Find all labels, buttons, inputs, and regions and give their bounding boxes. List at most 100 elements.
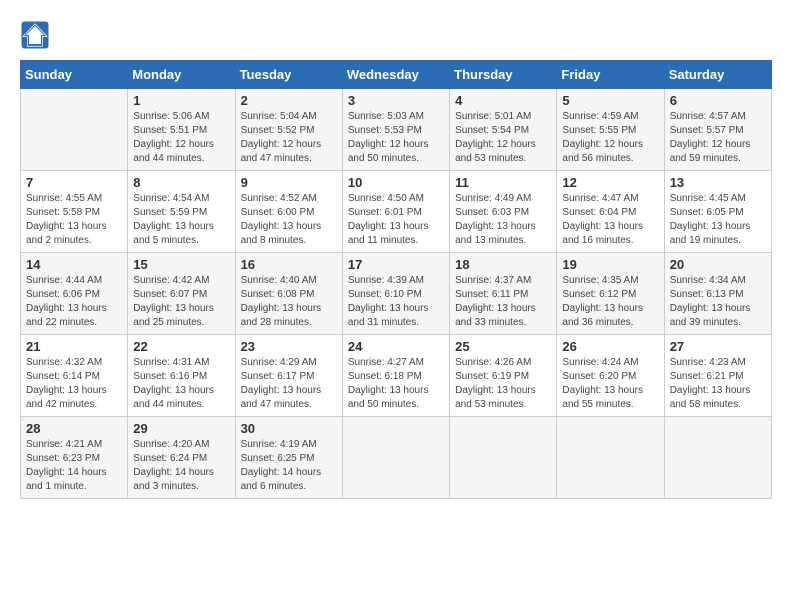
weekday-header-tuesday: Tuesday xyxy=(235,61,342,89)
day-info: Sunrise: 5:03 AM Sunset: 5:53 PM Dayligh… xyxy=(348,110,444,166)
day-number: 24 xyxy=(348,339,444,354)
calendar-day-30: 30 Sunrise: 4:19 AM Sunset: 6:25 PM Dayli… xyxy=(235,417,342,499)
day-info: Sunrise: 4:45 AM Sunset: 6:05 PM Dayligh… xyxy=(670,192,766,248)
day-number: 25 xyxy=(455,339,551,354)
day-info: Sunrise: 4:39 AM Sunset: 6:10 PM Dayligh… xyxy=(348,274,444,330)
day-number: 4 xyxy=(455,93,551,108)
calendar-day-11: 11Sunrise: 4:49 AM Sunset: 6:03 PM Dayli… xyxy=(450,171,557,253)
day-number: 17 xyxy=(348,257,444,272)
day-info: Sunrise: 4:24 AM Sunset: 6:20 PM Dayligh… xyxy=(562,356,658,412)
calendar-day-13: 13 Sunrise: 4:45 AM Sunset: 6:05 PM Dayli… xyxy=(664,171,771,253)
weekday-header-monday: Monday xyxy=(128,61,235,89)
calendar-day-16: 16Sunrise: 4:40 AM Sunset: 6:08 PM Dayli… xyxy=(235,253,342,335)
calendar-day-18: 18 Sunrise: 4:37 AM Sunset: 6:11 PM Dayli… xyxy=(450,253,557,335)
day-info: Sunrise: 5:04 AM Sunset: 5:52 PM Dayligh… xyxy=(241,110,337,166)
day-number: 9 xyxy=(241,175,337,190)
day-info: Sunrise: 4:50 AM Sunset: 6:01 PM Dayligh… xyxy=(348,192,444,248)
day-info: Sunrise: 4:40 AM Sunset: 6:08 PM Dayligh… xyxy=(241,274,337,330)
empty-cell xyxy=(557,417,664,499)
calendar-day-1: 1 Sunrise: 5:06 AM Sunset: 5:51 PM Daylig… xyxy=(128,89,235,171)
day-number: 27 xyxy=(670,339,766,354)
calendar-day-3: 3 Sunrise: 5:03 AM Sunset: 5:53 PM Daylig… xyxy=(342,89,449,171)
day-info: Sunrise: 4:52 AM Sunset: 6:00 PM Dayligh… xyxy=(241,192,337,248)
day-info: Sunrise: 4:23 AM Sunset: 6:21 PM Dayligh… xyxy=(670,356,766,412)
day-number: 1 xyxy=(133,93,229,108)
calendar-day-22: 22 Sunrise: 4:31 AM Sunset: 6:16 PM Dayli… xyxy=(128,335,235,417)
day-number: 2 xyxy=(241,93,337,108)
day-info: Sunrise: 4:42 AM Sunset: 6:07 PM Dayligh… xyxy=(133,274,229,330)
day-info: Sunrise: 4:57 AM Sunset: 5:57 PM Dayligh… xyxy=(670,110,766,166)
day-number: 14 xyxy=(26,257,122,272)
calendar-day-21: 21 Sunrise: 4:32 AM Sunset: 6:14 PM Dayli… xyxy=(21,335,128,417)
calendar-day-17: 17 Sunrise: 4:39 AM Sunset: 6:10 PM Dayli… xyxy=(342,253,449,335)
weekday-header-friday: Friday xyxy=(557,61,664,89)
calendar-day-8: 8 Sunrise: 4:54 AM Sunset: 5:59 PM Daylig… xyxy=(128,171,235,253)
calendar-day-14: 14 Sunrise: 4:44 AM Sunset: 6:06 PM Dayli… xyxy=(21,253,128,335)
day-info: Sunrise: 4:32 AM Sunset: 6:14 PM Dayligh… xyxy=(26,356,122,412)
calendar-week-row: 14 Sunrise: 4:44 AM Sunset: 6:06 PM Dayli… xyxy=(21,253,772,335)
calendar-header: SundayMondayTuesdayWednesdayThursdayFrid… xyxy=(21,61,772,89)
day-number: 7 xyxy=(26,175,122,190)
calendar-day-27: 27 Sunrise: 4:23 AM Sunset: 6:21 PM Dayli… xyxy=(664,335,771,417)
day-info: Sunrise: 4:34 AM Sunset: 6:13 PM Dayligh… xyxy=(670,274,766,330)
day-info: Sunrise: 4:37 AM Sunset: 6:11 PM Dayligh… xyxy=(455,274,551,330)
day-number: 29 xyxy=(133,421,229,436)
calendar-day-19: 19Sunrise: 4:35 AM Sunset: 6:12 PM Dayli… xyxy=(557,253,664,335)
day-number: 3 xyxy=(348,93,444,108)
calendar-table: SundayMondayTuesdayWednesdayThursdayFrid… xyxy=(20,60,772,499)
day-info: Sunrise: 4:27 AM Sunset: 6:18 PM Dayligh… xyxy=(348,356,444,412)
calendar-day-29: 29 Sunrise: 4:20 AM Sunset: 6:24 PM Dayli… xyxy=(128,417,235,499)
day-number: 10 xyxy=(348,175,444,190)
day-number: 22 xyxy=(133,339,229,354)
day-info: Sunrise: 4:29 AM Sunset: 6:17 PM Dayligh… xyxy=(241,356,337,412)
calendar-day-2: 2 Sunrise: 5:04 AM Sunset: 5:52 PM Daylig… xyxy=(235,89,342,171)
day-info: Sunrise: 4:49 AM Sunset: 6:03 PM Dayligh… xyxy=(455,192,551,248)
calendar-day-10: 10 Sunrise: 4:50 AM Sunset: 6:01 PM Dayli… xyxy=(342,171,449,253)
day-info: Sunrise: 4:59 AM Sunset: 5:55 PM Dayligh… xyxy=(562,110,658,166)
day-number: 28 xyxy=(26,421,122,436)
calendar-week-row: 21 Sunrise: 4:32 AM Sunset: 6:14 PM Dayli… xyxy=(21,335,772,417)
day-info: Sunrise: 5:01 AM Sunset: 5:54 PM Dayligh… xyxy=(455,110,551,166)
page-header xyxy=(20,20,772,50)
day-number: 6 xyxy=(670,93,766,108)
logo-icon xyxy=(20,20,50,50)
calendar-day-26: 26 Sunrise: 4:24 AM Sunset: 6:20 PM Dayli… xyxy=(557,335,664,417)
day-number: 8 xyxy=(133,175,229,190)
day-info: Sunrise: 4:55 AM Sunset: 5:58 PM Dayligh… xyxy=(26,192,122,248)
day-info: Sunrise: 4:54 AM Sunset: 5:59 PM Dayligh… xyxy=(133,192,229,248)
empty-cell xyxy=(21,89,128,171)
day-info: Sunrise: 5:06 AM Sunset: 5:51 PM Dayligh… xyxy=(133,110,229,166)
calendar-body: 1 Sunrise: 5:06 AM Sunset: 5:51 PM Daylig… xyxy=(21,89,772,499)
empty-cell xyxy=(664,417,771,499)
weekday-header-thursday: Thursday xyxy=(450,61,557,89)
calendar-day-12: 12Sunrise: 4:47 AM Sunset: 6:04 PM Dayli… xyxy=(557,171,664,253)
day-number: 13 xyxy=(670,175,766,190)
day-number: 5 xyxy=(562,93,658,108)
empty-cell xyxy=(342,417,449,499)
calendar-day-5: 5 Sunrise: 4:59 AM Sunset: 5:55 PM Daylig… xyxy=(557,89,664,171)
day-number: 30 xyxy=(241,421,337,436)
calendar-day-25: 25 Sunrise: 4:26 AM Sunset: 6:19 PM Dayli… xyxy=(450,335,557,417)
weekday-header-wednesday: Wednesday xyxy=(342,61,449,89)
calendar-week-row: 7 Sunrise: 4:55 AM Sunset: 5:58 PM Daylig… xyxy=(21,171,772,253)
calendar-day-9: 9 Sunrise: 4:52 AM Sunset: 6:00 PM Daylig… xyxy=(235,171,342,253)
day-info: Sunrise: 4:35 AM Sunset: 6:12 PM Dayligh… xyxy=(562,274,658,330)
day-number: 18 xyxy=(455,257,551,272)
weekday-header-sunday: Sunday xyxy=(21,61,128,89)
day-number: 26 xyxy=(562,339,658,354)
day-info: Sunrise: 4:20 AM Sunset: 6:24 PM Dayligh… xyxy=(133,438,229,494)
day-info: Sunrise: 4:44 AM Sunset: 6:06 PM Dayligh… xyxy=(26,274,122,330)
day-number: 15 xyxy=(133,257,229,272)
day-info: Sunrise: 4:26 AM Sunset: 6:19 PM Dayligh… xyxy=(455,356,551,412)
calendar-day-7: 7 Sunrise: 4:55 AM Sunset: 5:58 PM Daylig… xyxy=(21,171,128,253)
day-number: 21 xyxy=(26,339,122,354)
weekday-row: SundayMondayTuesdayWednesdayThursdayFrid… xyxy=(21,61,772,89)
day-info: Sunrise: 4:31 AM Sunset: 6:16 PM Dayligh… xyxy=(133,356,229,412)
day-info: Sunrise: 4:21 AM Sunset: 6:23 PM Dayligh… xyxy=(26,438,122,494)
calendar-week-row: 1 Sunrise: 5:06 AM Sunset: 5:51 PM Daylig… xyxy=(21,89,772,171)
day-info: Sunrise: 4:47 AM Sunset: 6:04 PM Dayligh… xyxy=(562,192,658,248)
empty-cell xyxy=(450,417,557,499)
calendar-day-15: 15 Sunrise: 4:42 AM Sunset: 6:07 PM Dayli… xyxy=(128,253,235,335)
day-info: Sunrise: 4:19 AM Sunset: 6:25 PM Dayligh… xyxy=(241,438,337,494)
day-number: 23 xyxy=(241,339,337,354)
